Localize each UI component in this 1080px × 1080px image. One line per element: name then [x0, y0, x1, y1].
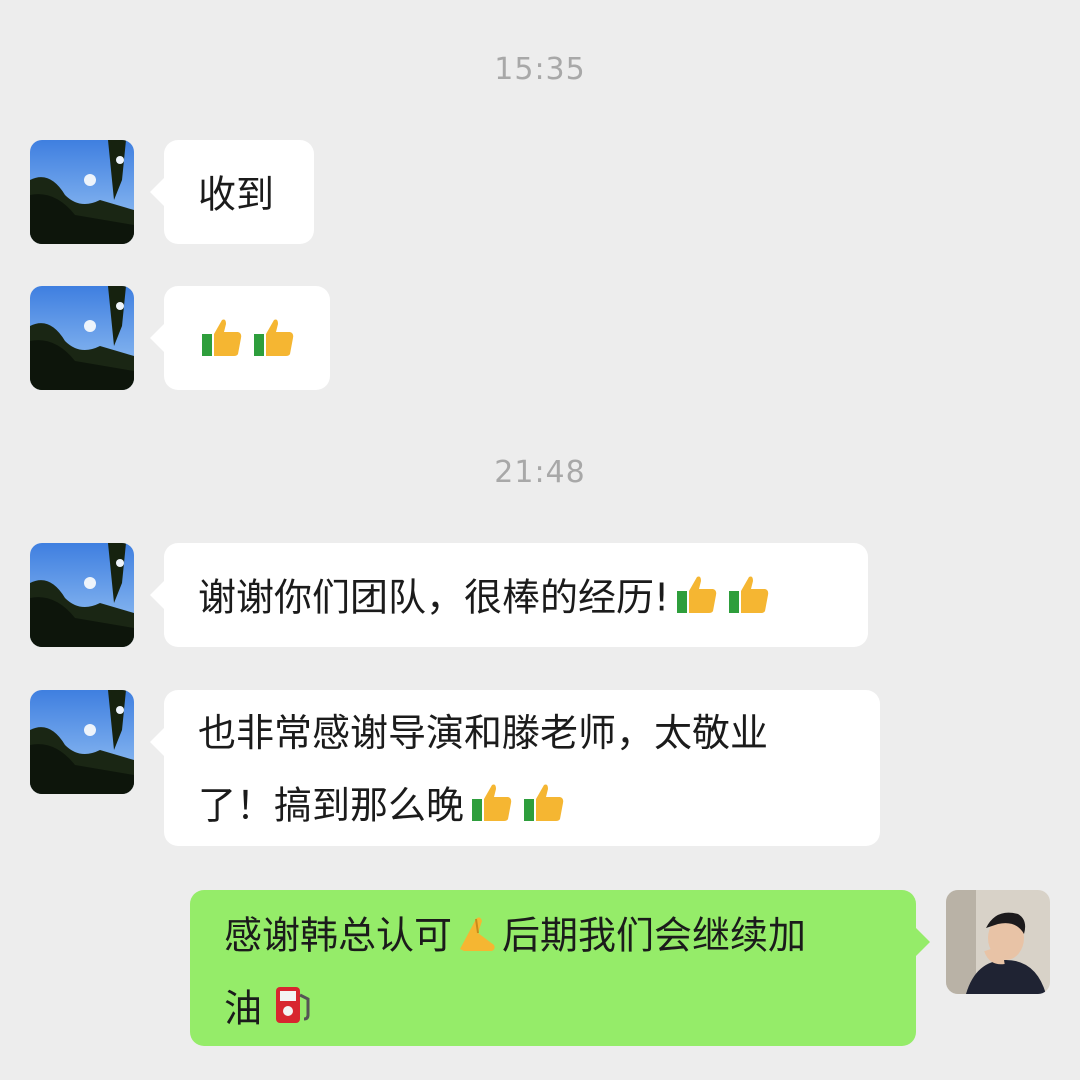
landscape-avatar-image: [30, 690, 134, 794]
message-text-line: 也非常感谢导演和滕老师，太敬业: [198, 711, 769, 755]
thumbs-up-icon: [522, 779, 568, 825]
thumbs-up-icon: [470, 779, 516, 825]
thumbs-up-icon: [727, 571, 773, 617]
message-text-line-2: 了！搞到那么晚: [198, 768, 846, 841]
thumbs-up-icon: [675, 571, 721, 617]
folded-hands-icon: [454, 909, 500, 955]
message-text: 感谢韩总认可: [224, 913, 453, 958]
chat-view: 15:35 收到 21:48 谢谢你们团队，很棒的经历! 也非常感谢导演和滕老师…: [0, 0, 1080, 1080]
contact-avatar[interactable]: [30, 690, 134, 794]
contact-avatar[interactable]: [30, 140, 134, 244]
message-text-line-2: 油: [224, 971, 882, 1044]
message-bubble-outgoing[interactable]: 感谢韩总认可 后期我们会继续加 油: [190, 890, 930, 1046]
message-bubble[interactable]: 收到: [150, 140, 314, 244]
person-avatar-image: [946, 890, 1050, 994]
thumbs-up-icon: [252, 314, 298, 360]
message-text: 了！搞到那么晚: [198, 783, 465, 828]
thumbs-up-icon: [200, 314, 246, 360]
landscape-avatar-image: [30, 543, 134, 647]
contact-avatar[interactable]: [30, 286, 134, 390]
landscape-avatar-image: [30, 286, 134, 390]
my-avatar[interactable]: [946, 890, 1050, 994]
message-bubble[interactable]: 也非常感谢导演和滕老师，太敬业 了！搞到那么晚: [150, 690, 880, 846]
contact-avatar[interactable]: [30, 543, 134, 647]
message-bubble[interactable]: [150, 286, 330, 390]
message-bubble[interactable]: 谢谢你们团队，很棒的经历!: [150, 543, 868, 647]
landscape-avatar-image: [30, 140, 134, 244]
timestamp: 15:35: [494, 52, 586, 87]
message-text: 谢谢你们团队，很棒的经历!: [198, 575, 670, 620]
message-text: 收到: [198, 172, 275, 217]
message-text: 后期我们会继续加: [502, 913, 807, 958]
timestamp: 21:48: [494, 455, 586, 490]
fuel-pump-icon: [268, 981, 314, 1027]
message-text: 油: [224, 986, 263, 1030]
message-text-line: 感谢韩总认可 后期我们会继续加: [224, 898, 882, 971]
